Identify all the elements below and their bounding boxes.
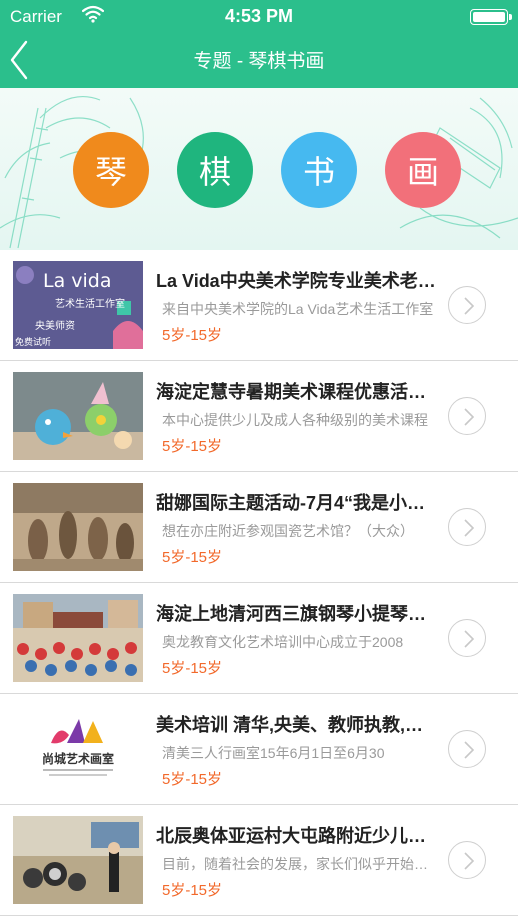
item-title: 北辰奥体亚运村大屯路附近少儿乐器培训 [156, 826, 436, 846]
logo-text: 尚城艺术画室 [42, 751, 114, 766]
chevron-right-icon[interactable] [448, 841, 486, 879]
list-item[interactable]: 尚城艺术画室 美术培训 清华,央美、教师执教,小班授课 清美三人行画室15年6月… [0, 694, 518, 805]
item-age-range: 5岁-15岁 [162, 771, 223, 788]
item-age-range: 5岁-15岁 [162, 327, 223, 344]
category-qi-button[interactable]: 棋 [177, 132, 253, 208]
thumb-text: La vida [43, 270, 112, 292]
page-title: 专题 - 琴棋书画 [193, 51, 325, 72]
item-description: 本中心提供少儿及成人各种级别的美术课程 [162, 412, 428, 428]
category-label: 棋 [198, 153, 231, 191]
item-title: 海淀上地清河西三旗钢琴小提琴培训 [156, 604, 436, 624]
item-title: 海淀定慧寺暑期美术课程优惠活动开始 [156, 382, 436, 402]
navigation-bar: 专题 - 琴棋书画 [0, 34, 518, 88]
category-shu-button[interactable]: 书 [281, 132, 357, 208]
category-label: 画 [406, 153, 439, 191]
item-age-range: 5岁-15岁 [162, 438, 223, 455]
thumbnail-studio-logo: 尚城艺术画室 [13, 705, 143, 793]
item-title: La Vida中央美术学院专业美术老师授课 [156, 271, 436, 291]
item-description: 目前，随着社会的发展，家长们似乎开始重视 [162, 856, 438, 872]
thumb-text: 免费试听 [15, 336, 51, 348]
thumbnail-crowd [13, 594, 143, 682]
list-item[interactable]: La vida 艺术生活工作室 央美师资 免费试听 La Vida中央美术学院专… [0, 250, 518, 361]
item-age-range: 5岁-15岁 [162, 882, 223, 899]
chevron-right-icon[interactable] [448, 508, 486, 546]
item-age-range: 5岁-15岁 [162, 549, 223, 566]
category-label: 书 [302, 153, 335, 191]
item-description: 来自中央美术学院的La Vida艺术生活工作室 [162, 301, 434, 317]
thumb-text: 央美师资 [35, 319, 75, 332]
item-description: 想在亦庄附近参观国瓷艺术馆？（大众） [162, 523, 414, 539]
list-item[interactable]: 海淀定慧寺暑期美术课程优惠活动开始 本中心提供少儿及成人各种级别的美术课程 5岁… [0, 361, 518, 472]
clock: 4:53 PM [224, 6, 294, 26]
chevron-right-icon[interactable] [448, 619, 486, 657]
chevron-right-icon[interactable] [448, 397, 486, 435]
item-title: 甜娜国际主题活动-7月4“我是小小陶艺家” [156, 493, 436, 513]
status-bar: Carrier 4:53 PM [0, 0, 518, 34]
battery-icon [470, 9, 512, 25]
chevron-right-icon[interactable] [448, 730, 486, 768]
chevron-right-icon[interactable] [448, 286, 486, 324]
category-qin-button[interactable]: 琴 [73, 132, 149, 208]
item-description: 奥龙教育文化艺术培训中心成立于2008 [162, 634, 404, 650]
item-description: 清美三人行画室15年6月1日至6月30 [162, 745, 385, 761]
thumbnail-la-vida: La vida 艺术生活工作室 央美师资 免费试听 [13, 261, 143, 349]
item-age-range: 5岁-15岁 [162, 660, 223, 677]
course-list: La vida 艺术生活工作室 央美师资 免费试听 La Vida中央美术学院专… [0, 250, 518, 916]
thumbnail-music-performance [13, 816, 143, 904]
list-item[interactable]: 海淀上地清河西三旗钢琴小提琴培训 奥龙教育文化艺术培训中心成立于2008 5岁-… [0, 583, 518, 694]
category-banner: 琴 棋 书 画 [0, 88, 518, 250]
item-title: 美术培训 清华,央美、教师执教,小班授课 [156, 715, 436, 735]
category-label: 琴 [94, 153, 127, 191]
list-item[interactable]: 北辰奥体亚运村大屯路附近少儿乐器培训 目前，随着社会的发展，家长们似乎开始重视 … [0, 805, 518, 916]
list-item[interactable]: 甜娜国际主题活动-7月4“我是小小陶艺家” 想在亦庄附近参观国瓷艺术馆？（大众）… [0, 472, 518, 583]
category-hua-button[interactable]: 画 [385, 132, 461, 208]
thumb-text: 艺术生活工作室 [55, 297, 125, 310]
thumbnail-clay-figures [13, 372, 143, 460]
thumbnail-clay-sculpture [13, 483, 143, 571]
